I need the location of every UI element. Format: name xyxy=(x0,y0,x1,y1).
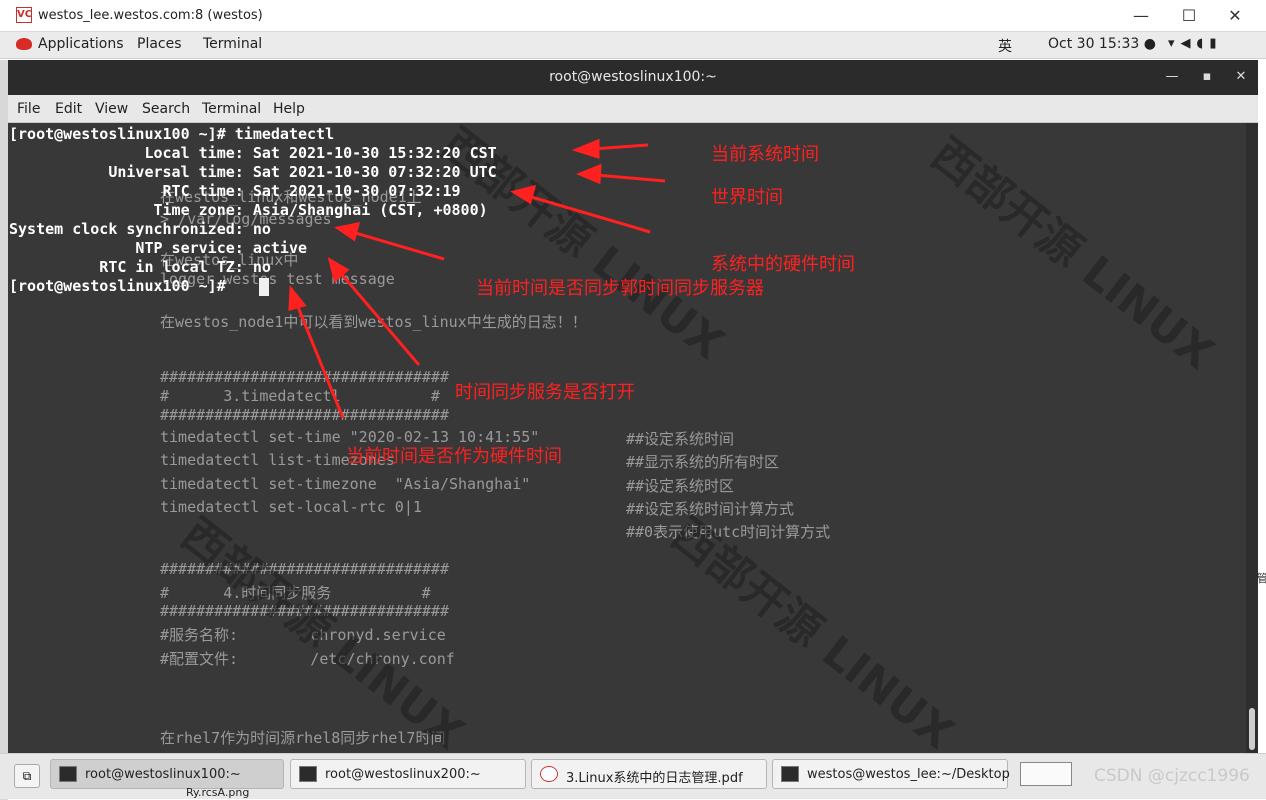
menu-file[interactable]: File xyxy=(17,101,40,117)
menu-search[interactable]: Search xyxy=(142,101,190,117)
terminal-line: Universal time: Sat 2021-10-30 07:32:20 … xyxy=(9,163,497,181)
bg-doc-line: 在westos_node1中可以看到westos_linux中生成的日志！！ xyxy=(160,313,587,331)
terminal-menubar: File Edit View Search Terminal Help xyxy=(8,95,1258,123)
taskbar-item-pdf[interactable]: 3.Linux系统中的日志管理.pdf xyxy=(531,759,767,789)
bg-doc-comment: ##设定系统时区 xyxy=(626,477,735,495)
terminal-minimize-icon[interactable]: — xyxy=(1163,68,1181,86)
outer-window-title: westos_lee.westos.com:8 (westos) xyxy=(38,8,263,23)
terminal-line: Local time: Sat 2021-10-30 15:32:20 CST xyxy=(9,144,497,162)
annotation-rtc-time: 系统中的硬件时间 xyxy=(711,254,855,275)
taskbar-item-desktop-terminal[interactable]: westos@westos_lee:~/Desktop xyxy=(772,759,1010,789)
workspace-switcher[interactable] xyxy=(1020,762,1072,786)
terminal-close-icon[interactable]: ✕ xyxy=(1232,68,1250,86)
terminal-cursor xyxy=(259,278,269,296)
terminal-line: System clock synchronized: no xyxy=(9,220,271,238)
terminal-maximize-icon[interactable]: ▪ xyxy=(1198,68,1216,86)
desktop-background xyxy=(0,60,8,800)
annotation-ntp-service: 时间同步服务是否打开 xyxy=(455,382,635,403)
taskbar-item-terminal-100[interactable]: root@westoslinux100:~ xyxy=(50,759,284,789)
desktop-file-label: Ry.rcsA.png xyxy=(186,786,250,799)
pdf-viewer-icon xyxy=(540,766,558,782)
menu-edit[interactable]: Edit xyxy=(55,101,82,117)
annotation-rtc-local-tz: 当前时间是否作为硬件时间 xyxy=(346,446,562,467)
terminal-line: Time zone: Asia/Shanghai (CST, +0800) xyxy=(9,201,488,219)
vnc-app-icon: VC xyxy=(16,7,32,23)
minimize-icon[interactable]: — xyxy=(1118,3,1164,29)
terminal-scrollbar[interactable] xyxy=(1246,123,1258,753)
taskbar-item-terminal-200[interactable]: root@westoslinux200:~ xyxy=(290,759,526,789)
terminal-icon xyxy=(299,766,317,782)
outer-window-titlebar: VC westos_lee.westos.com:8 (westos) — ☐ … xyxy=(0,0,1266,32)
bg-doc-line: ################################ xyxy=(160,406,449,424)
system-tray-icons[interactable]: ▾◀◖▮ xyxy=(1168,36,1223,51)
clock[interactable]: Oct 30 15:33 ● xyxy=(1048,36,1156,52)
terminal-line: [root@westoslinux100 ~]# timedatectl xyxy=(9,125,335,143)
places-menu[interactable]: Places xyxy=(137,36,182,52)
terminal-line: NTP service: active xyxy=(9,239,308,257)
close-icon[interactable]: ✕ xyxy=(1212,3,1258,29)
taskbar-item-label: root@westoslinux200:~ xyxy=(325,767,481,782)
bg-doc-line: # 3.timedatectl # xyxy=(160,387,440,405)
side-window-fragment: 管 xyxy=(1257,572,1266,585)
bg-doc-comment: ##设定系统时间 xyxy=(626,430,735,448)
terminal-line: RTC in local TZ: no xyxy=(9,258,271,276)
terminal-prompt: [root@westoslinux100 ~]# xyxy=(9,277,235,295)
menu-help[interactable]: Help xyxy=(273,101,305,117)
maximize-icon[interactable]: ☐ xyxy=(1166,3,1212,29)
bg-doc-comment: ##显示系统的所有时区 xyxy=(626,453,780,471)
bg-doc-line: timedatectl set-timezone "Asia/Shanghai" xyxy=(160,475,531,493)
csdn-watermark: CSDN @cjzcc1996 xyxy=(1094,766,1250,786)
terminal-app-menu[interactable]: Terminal xyxy=(203,36,262,52)
terminal-titlebar: root@westoslinux100:~ — ▪ ✕ xyxy=(8,60,1258,95)
terminal-line: RTC time: Sat 2021-10-30 07:32:19 xyxy=(9,182,461,200)
taskbar-item-label: root@westoslinux100:~ xyxy=(85,767,241,782)
annotation-universal-time: 世界时间 xyxy=(711,187,783,208)
redhat-logo-icon xyxy=(16,38,32,50)
terminal-title: root@westoslinux100:~ xyxy=(549,69,717,85)
annotation-local-time: 当前系统时间 xyxy=(711,144,819,165)
annotation-clock-synchronized: 当前时间是否同步郭时间同步服务器 xyxy=(476,278,764,299)
applications-menu[interactable]: Applications xyxy=(38,36,124,52)
menu-terminal[interactable]: Terminal xyxy=(202,101,261,117)
taskbar-item-label: 3.Linux系统中的日志管理.pdf xyxy=(566,771,743,786)
input-method-indicator[interactable]: 英 xyxy=(998,36,1012,56)
terminal-icon xyxy=(781,766,799,782)
gnome-top-bar: Applications Places Terminal 英 Oct 30 15… xyxy=(0,32,1266,59)
scrollbar-thumb[interactable] xyxy=(1249,708,1255,750)
show-desktop-icon[interactable]: ⧉ xyxy=(14,764,40,788)
menu-view[interactable]: View xyxy=(95,101,128,117)
terminal-icon xyxy=(59,766,77,782)
bg-doc-line: ################################ xyxy=(160,368,449,386)
taskbar-item-label: westos@westos_lee:~/Desktop xyxy=(807,767,1010,782)
